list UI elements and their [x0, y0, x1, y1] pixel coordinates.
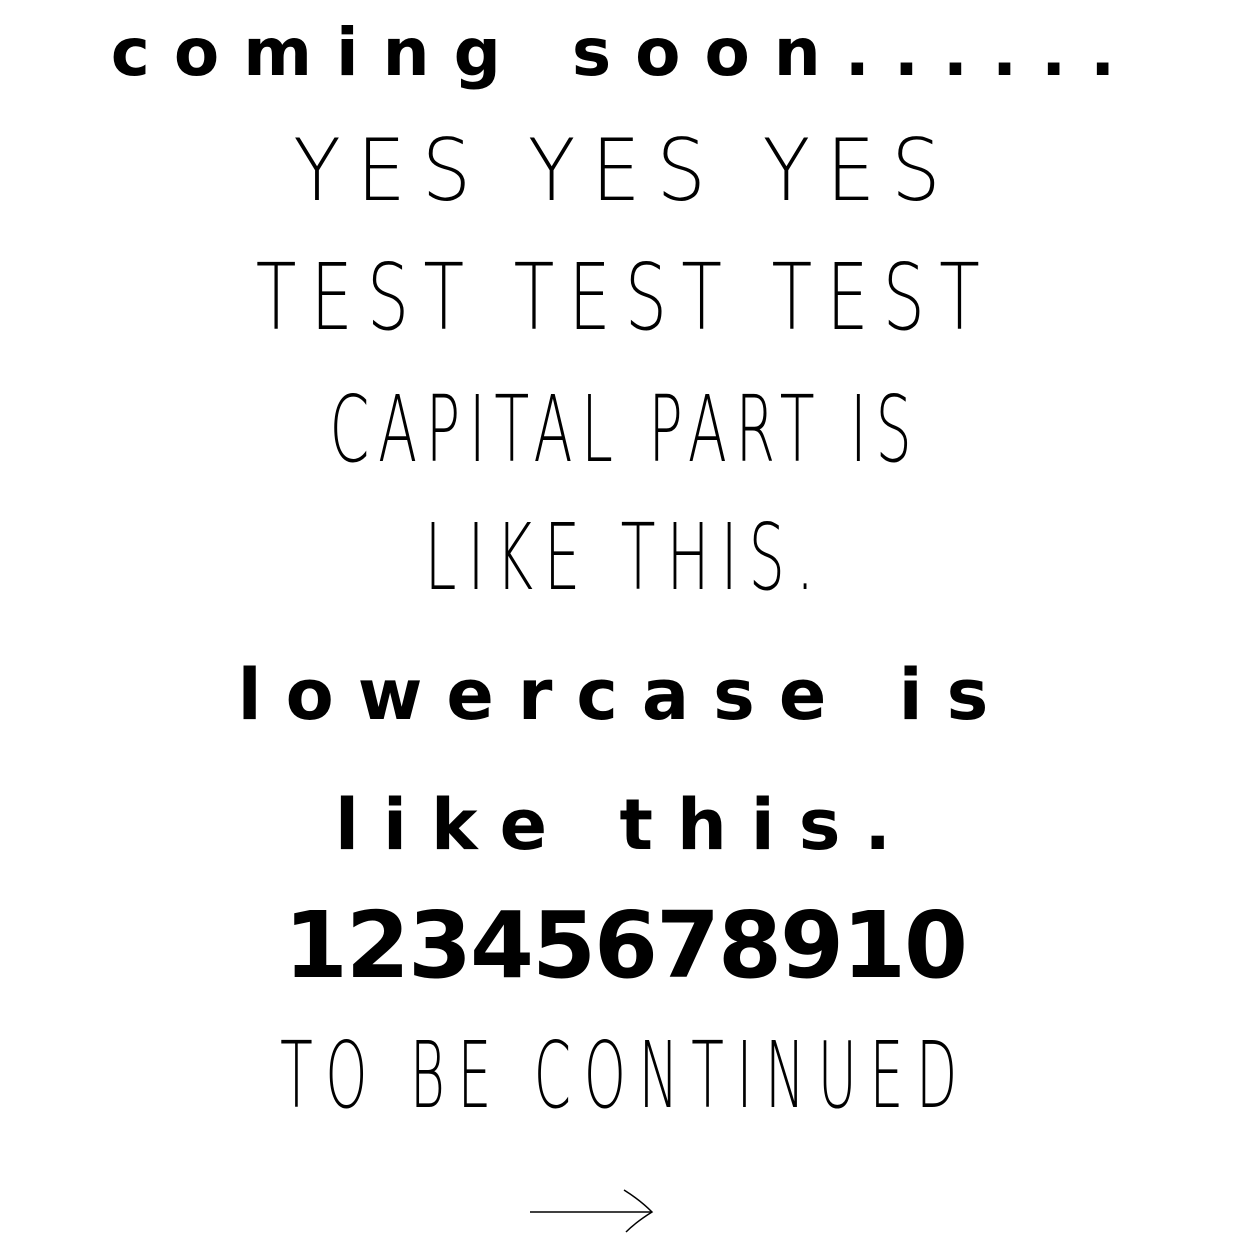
yes-line: YES YES YES — [293, 121, 957, 221]
font-specimen: coming Soon...... YES YES YES TEST TEST … — [0, 0, 1250, 1250]
digits-line: 12345678910 — [283, 892, 968, 999]
like-this-caps-line: LIKE THIS. — [424, 504, 826, 611]
to-be-continued-line: TO BE CONTINUED — [280, 1022, 970, 1129]
test-line: TEST TEST TEST — [255, 244, 995, 351]
like-this-lower-line: like this. — [334, 784, 916, 866]
coming-soon-heading: coming Soon...... — [110, 14, 1140, 91]
right-arrow-icon[interactable] — [528, 1186, 658, 1234]
capital-part-line: CAPITAL PART IS — [329, 376, 921, 483]
lowercase-line: lowercase is — [237, 654, 1013, 736]
